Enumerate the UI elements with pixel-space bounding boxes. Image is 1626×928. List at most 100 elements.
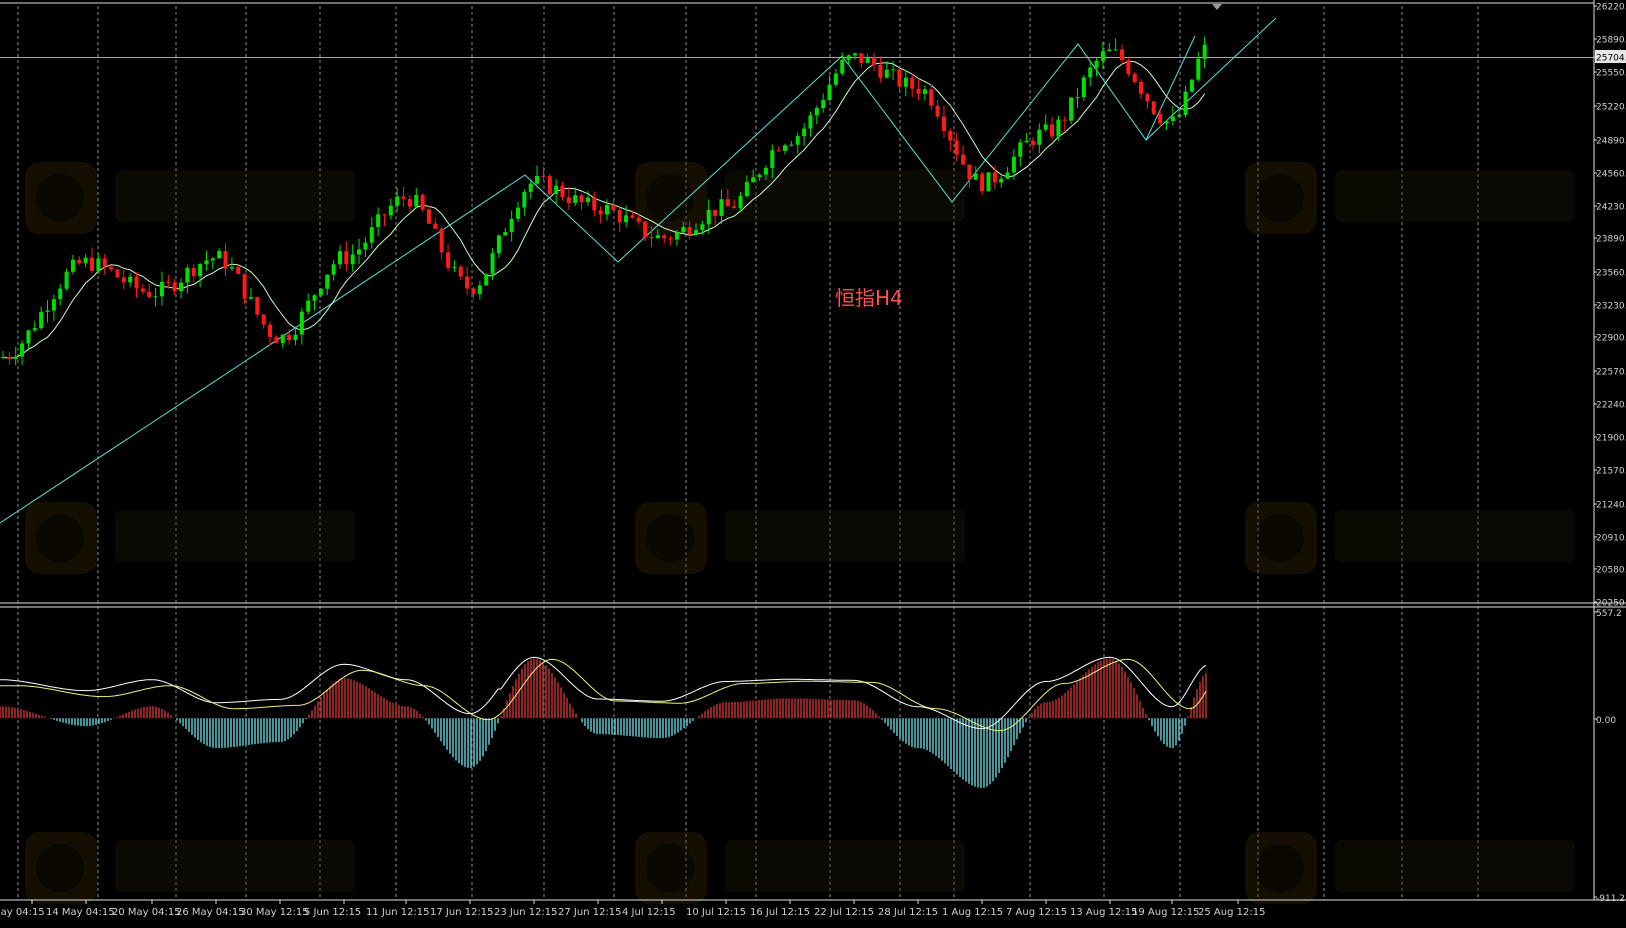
- candle: [363, 237, 368, 258]
- candle-body: [554, 185, 559, 194]
- candle-body: [465, 276, 470, 289]
- candle: [388, 198, 393, 220]
- time-axis-label: 13 Aug 12:15: [1070, 907, 1137, 918]
- candle-body: [954, 140, 959, 155]
- time-axis-label: May 04:15: [0, 907, 45, 918]
- price-axis[interactable]: 26220.0 25890.0 25704.0 25550.0 25220.0 24890…: [1594, 3, 1626, 609]
- candle-body: [191, 268, 196, 277]
- candle: [159, 271, 164, 306]
- candle: [1119, 44, 1124, 65]
- candle-body: [795, 136, 800, 145]
- price-axis-label: 25890.0: [1596, 36, 1626, 46]
- candle: [1113, 38, 1118, 51]
- candle-body: [102, 258, 107, 267]
- candle: [916, 79, 921, 101]
- time-axis-label: 17 Jun 12:15: [430, 907, 494, 918]
- candle-body: [490, 253, 495, 274]
- chart-canvas[interactable]: 26220.0 25890.0 25704.0 25550.0 25220.0 24890…: [0, 0, 1626, 924]
- candle-body: [458, 266, 463, 277]
- time-axis-label: 28 Jul 12:15: [878, 907, 938, 918]
- candle-body: [115, 269, 120, 278]
- time-axis-label: 19 Aug 12:15: [1132, 907, 1199, 918]
- candle-body: [274, 337, 279, 344]
- candle: [274, 335, 279, 344]
- candle: [884, 61, 889, 79]
- candle: [344, 241, 349, 272]
- candle-body: [1126, 60, 1131, 74]
- candle-body: [783, 145, 788, 151]
- candle-body: [757, 174, 762, 178]
- candle: [789, 141, 794, 147]
- indicator-axis-label: 557.2: [1596, 609, 1622, 619]
- candle: [713, 209, 718, 226]
- watermark-wordmark: [1335, 840, 1575, 892]
- candle: [986, 172, 991, 192]
- candle-body: [846, 55, 851, 60]
- candle: [83, 253, 88, 268]
- chart-window[interactable]: 26220.0 25890.0 25704.0 25550.0 25220.0 24890…: [0, 0, 1626, 924]
- candle: [1189, 78, 1194, 93]
- candle-body: [185, 268, 190, 283]
- candle-body: [401, 196, 406, 199]
- candle-body: [827, 84, 832, 101]
- candle-body: [439, 228, 444, 253]
- price-axis-label: 21240.0: [1596, 501, 1626, 511]
- candle-body: [128, 276, 133, 283]
- candle: [299, 307, 304, 345]
- time-axis-label: 30 May 12:15: [240, 907, 309, 918]
- candle: [528, 181, 533, 199]
- price-axis-label: 24890.0: [1596, 137, 1626, 147]
- candle: [941, 105, 946, 138]
- candle: [337, 245, 342, 269]
- candle-body: [808, 115, 813, 129]
- candle-body: [407, 198, 412, 207]
- candle: [401, 186, 406, 207]
- candle: [872, 52, 877, 71]
- watermark-wordmark: [725, 840, 965, 892]
- time-axis[interactable]: May 04:1514 May 04:1520 May 04:1526 May …: [0, 900, 1265, 918]
- candle: [331, 260, 336, 281]
- candle: [51, 294, 56, 322]
- candle-body: [884, 69, 889, 78]
- candle: [598, 206, 603, 224]
- candle-body: [83, 257, 88, 264]
- candle: [395, 187, 400, 212]
- candle-body: [204, 260, 209, 265]
- candle: [446, 244, 451, 272]
- time-axis-label: 7 Aug 12:15: [1006, 907, 1067, 918]
- watermark-wordmark: [725, 510, 965, 562]
- candle-body: [941, 116, 946, 131]
- candle: [1056, 115, 1061, 141]
- candle: [325, 274, 330, 296]
- candle-body: [852, 53, 857, 56]
- candle-body: [344, 251, 349, 265]
- price-axis-label: 22900.0: [1596, 334, 1626, 344]
- candle: [840, 52, 845, 76]
- candle-body: [147, 291, 152, 298]
- candle: [922, 85, 927, 101]
- candle-body: [840, 59, 845, 74]
- candle-body: [293, 334, 298, 341]
- candle: [1, 351, 5, 359]
- zigzag-trendline[interactable]: [0, 35, 1196, 524]
- price-axis-label: 25550.0: [1596, 69, 1626, 79]
- candle-body: [872, 57, 877, 65]
- candle: [439, 226, 444, 260]
- candle: [897, 66, 902, 91]
- candle-body: [655, 235, 660, 239]
- time-axis-label: 1 Aug 12:15: [942, 907, 1003, 918]
- candle-body: [337, 251, 342, 265]
- candle-body: [261, 314, 266, 325]
- candle-body: [248, 297, 253, 299]
- candle: [147, 283, 152, 299]
- candle-body: [420, 195, 425, 210]
- price-axis-label: 21900.0: [1596, 434, 1626, 444]
- candle: [980, 171, 985, 195]
- candle: [808, 111, 813, 137]
- candle-body: [694, 230, 699, 235]
- candle-body: [64, 271, 69, 289]
- candle: [26, 329, 31, 349]
- time-axis-label: 22 Jul 12:15: [814, 907, 874, 918]
- watermark-logo-mark: [646, 844, 694, 892]
- time-axis-label: 5 Jun 12:15: [304, 907, 361, 918]
